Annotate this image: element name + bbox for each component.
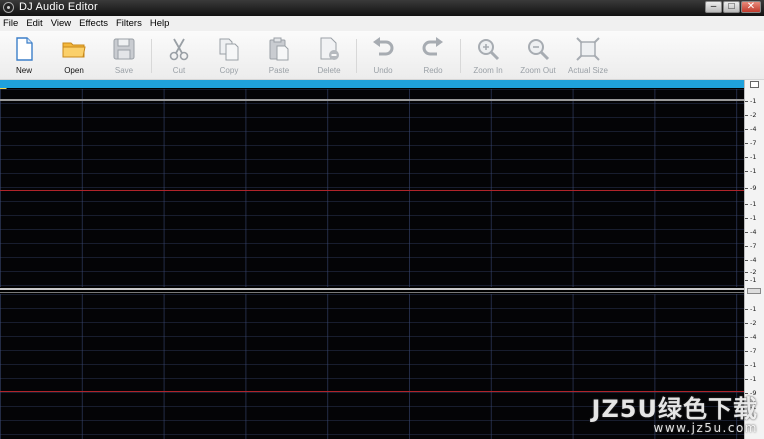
- toolbar: New Open Save Cut Copy Paste Delete Undo…: [0, 31, 764, 80]
- window-title: DJ Audio Editor: [19, 1, 98, 13]
- undo-label: Undo: [373, 66, 393, 75]
- redo-button[interactable]: Redo: [409, 33, 457, 78]
- close-button[interactable]: ✕: [741, 1, 761, 13]
- ruler-tick: -4: [745, 256, 764, 264]
- new-button[interactable]: New: [0, 33, 48, 78]
- ruler-tick: -4: [745, 125, 764, 133]
- open-label: Open: [64, 66, 84, 75]
- toolbar-separator: [356, 39, 357, 73]
- ruler-tick: -9: [745, 184, 764, 192]
- paste-label: Paste: [268, 66, 290, 75]
- zoom-in-button[interactable]: Zoom In: [464, 33, 512, 78]
- zoom-out-label: Zoom Out: [520, 66, 556, 75]
- waveform-grid: [0, 89, 744, 287]
- ruler-tick: -7: [745, 242, 764, 250]
- paste-icon: [269, 37, 289, 61]
- waveform-track-left[interactable]: [0, 89, 744, 287]
- menu-effects[interactable]: Effects: [75, 18, 112, 29]
- ruler-tick: -4: [745, 228, 764, 236]
- ruler-tick: -2: [745, 319, 764, 327]
- undo-button[interactable]: Undo: [359, 33, 407, 78]
- ruler-corner-icon: [750, 81, 759, 88]
- watermark: JZ5U绿色下载 www.jz5u.com: [591, 389, 758, 435]
- track-divider[interactable]: [0, 287, 744, 294]
- zoom-out-icon: [528, 39, 550, 61]
- open-folder-icon: [62, 42, 86, 58]
- cut-label: Cut: [172, 66, 186, 75]
- ruler-tick: -1: [745, 214, 764, 222]
- toolbar-separator: [460, 39, 461, 73]
- menu-file[interactable]: File: [0, 18, 22, 29]
- ruler-tick: -1: [745, 276, 764, 284]
- save-button[interactable]: Save: [100, 33, 148, 78]
- ruler-tick: -1: [745, 167, 764, 175]
- title-bar: DJ Audio Editor – □ ✕: [0, 0, 764, 16]
- redo-icon: [422, 37, 443, 56]
- ruler-tick: -2: [745, 111, 764, 119]
- cut-button[interactable]: Cut: [155, 33, 203, 78]
- copy-label: Copy: [219, 66, 239, 75]
- menu-help[interactable]: Help: [146, 18, 174, 29]
- delete-icon: [320, 37, 339, 60]
- ruler-tick: -7: [745, 139, 764, 147]
- menu-filters[interactable]: Filters: [112, 18, 146, 29]
- waveform-editor[interactable]: -1 -2 -4 -7 -1 -1 -9 -1 -1 -4 -7 -4 -2 -…: [0, 80, 764, 439]
- menu-edit[interactable]: Edit: [22, 18, 46, 29]
- copy-button[interactable]: Copy: [205, 33, 253, 78]
- delete-label: Delete: [317, 66, 341, 75]
- menu-bar: File Edit View Effects Filters Help: [0, 16, 764, 31]
- save-label: Save: [114, 66, 134, 75]
- amplitude-ruler: -1 -2 -4 -7 -1 -1 -9 -1 -1 -4 -7 -4 -2 -…: [744, 80, 764, 439]
- ruler-tick: -1: [745, 305, 764, 313]
- menu-view[interactable]: View: [47, 18, 75, 29]
- center-line: [0, 190, 744, 191]
- ruler-tick: -1: [745, 200, 764, 208]
- window-controls: – □ ✕: [704, 1, 761, 14]
- toolbar-separator: [151, 39, 152, 73]
- ruler-tick: -7: [745, 347, 764, 355]
- copy-icon: [219, 38, 239, 61]
- scissors-icon: [169, 38, 189, 61]
- zoom-out-button[interactable]: Zoom Out: [514, 33, 562, 78]
- new-label: New: [15, 66, 32, 75]
- redo-label: Redo: [423, 66, 443, 75]
- ruler-tick: -1: [745, 97, 764, 105]
- track-top-line: [0, 99, 744, 101]
- ruler-tick: -1: [745, 375, 764, 383]
- new-file-icon: [16, 37, 33, 61]
- zoom-in-label: Zoom In: [473, 66, 503, 75]
- paste-button[interactable]: Paste: [255, 33, 303, 78]
- ruler-tick: -1: [745, 153, 764, 161]
- ruler-tick: -2: [745, 268, 764, 276]
- open-button[interactable]: Open: [50, 33, 98, 78]
- app-icon: [3, 2, 14, 13]
- maximize-button[interactable]: □: [723, 1, 740, 13]
- minimize-button[interactable]: –: [705, 1, 722, 13]
- undo-icon: [373, 37, 394, 56]
- save-icon: [113, 38, 135, 60]
- actual-size-icon: [576, 37, 600, 61]
- delete-button[interactable]: Delete: [305, 33, 353, 78]
- zoom-in-icon: [478, 39, 500, 61]
- ruler-tick: -4: [745, 333, 764, 341]
- ruler-divider-handle[interactable]: [747, 288, 761, 294]
- timeline-bar[interactable]: [0, 80, 744, 88]
- actual-size-label: Actual Size: [567, 66, 609, 75]
- actual-size-button[interactable]: Actual Size: [563, 33, 613, 78]
- watermark-text: JZ5U绿色下载: [591, 395, 758, 423]
- ruler-tick: -1: [745, 361, 764, 369]
